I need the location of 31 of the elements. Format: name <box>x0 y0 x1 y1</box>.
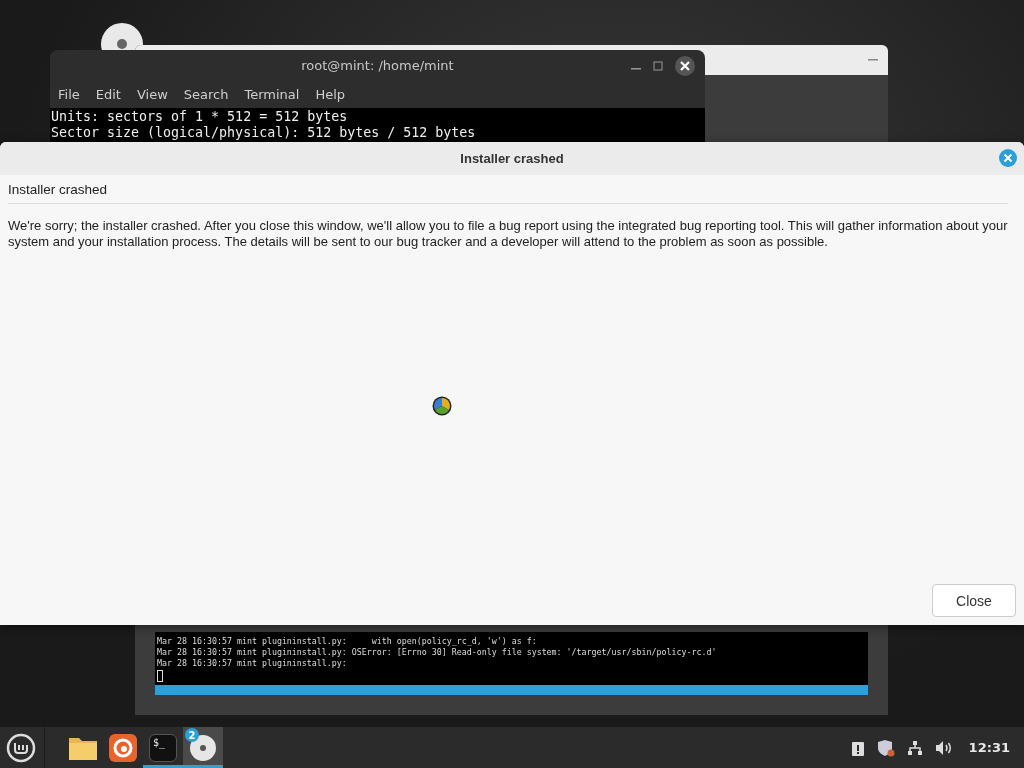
network-icon[interactable] <box>906 739 923 756</box>
close-icon[interactable] <box>675 56 695 76</box>
terminal-line: Units: sectors of 1 * 512 = 512 bytes <box>50 109 349 125</box>
spinner-icon <box>432 396 452 416</box>
close-button[interactable]: Close <box>932 584 1016 617</box>
menu-item[interactable]: File <box>50 86 88 102</box>
maximize-icon[interactable] <box>653 61 663 71</box>
menu-item[interactable]: Edit <box>87 86 129 102</box>
minimize-icon[interactable] <box>868 58 878 62</box>
terminal-icon[interactable]: $_ <box>149 733 177 762</box>
volume-icon[interactable] <box>934 739 953 756</box>
menu-icon[interactable] <box>6 732 36 763</box>
terminal-line: Sector size (logical/physical): 512 bytes / 512 bytes <box>50 125 477 141</box>
log-line: Mar 28 16:30:57 mint plugininstall.py: with open(policy_rc_d, 'w') as f: <box>157 636 538 647</box>
window-title: root@mint: /home/mint <box>301 57 454 73</box>
browser-icon[interactable] <box>109 733 137 762</box>
log-line: Mar 28 16:30:57 mint plugininstall.py: <box>157 658 348 669</box>
log-line: Mar 28 16:30:57 mint plugininstall.py: OSError: [Errno 30] Read-only file system: '/target/usr/sbin/policy-rc.d' <box>157 647 718 658</box>
menu-item[interactable]: View <box>128 86 176 102</box>
menu-item[interactable]: Search <box>175 86 237 102</box>
clock[interactable]: 12:31 <box>968 740 1010 755</box>
error-message: We're sorry; the installer crashed. After you close this window, we'll allow you to file a bug report using the integrated bug reporting tool. This will gather information about your system and your installation process. The details will be sent to our bug tracker and a developer will attend to the problem as soon as possible. <box>8 218 1009 250</box>
dialog-heading: Installer crashed <box>8 182 1008 204</box>
dialog-title: Installer crashed <box>460 151 564 166</box>
cursor-icon <box>157 670 163 682</box>
clipboard-alert-icon[interactable] <box>850 739 865 756</box>
count-badge: 2 <box>185 728 199 742</box>
disc-icon[interactable] <box>189 733 217 762</box>
shield-icon[interactable] <box>876 738 895 757</box>
menu-item[interactable]: Terminal <box>236 86 308 102</box>
menu-item[interactable]: Help <box>307 86 354 102</box>
